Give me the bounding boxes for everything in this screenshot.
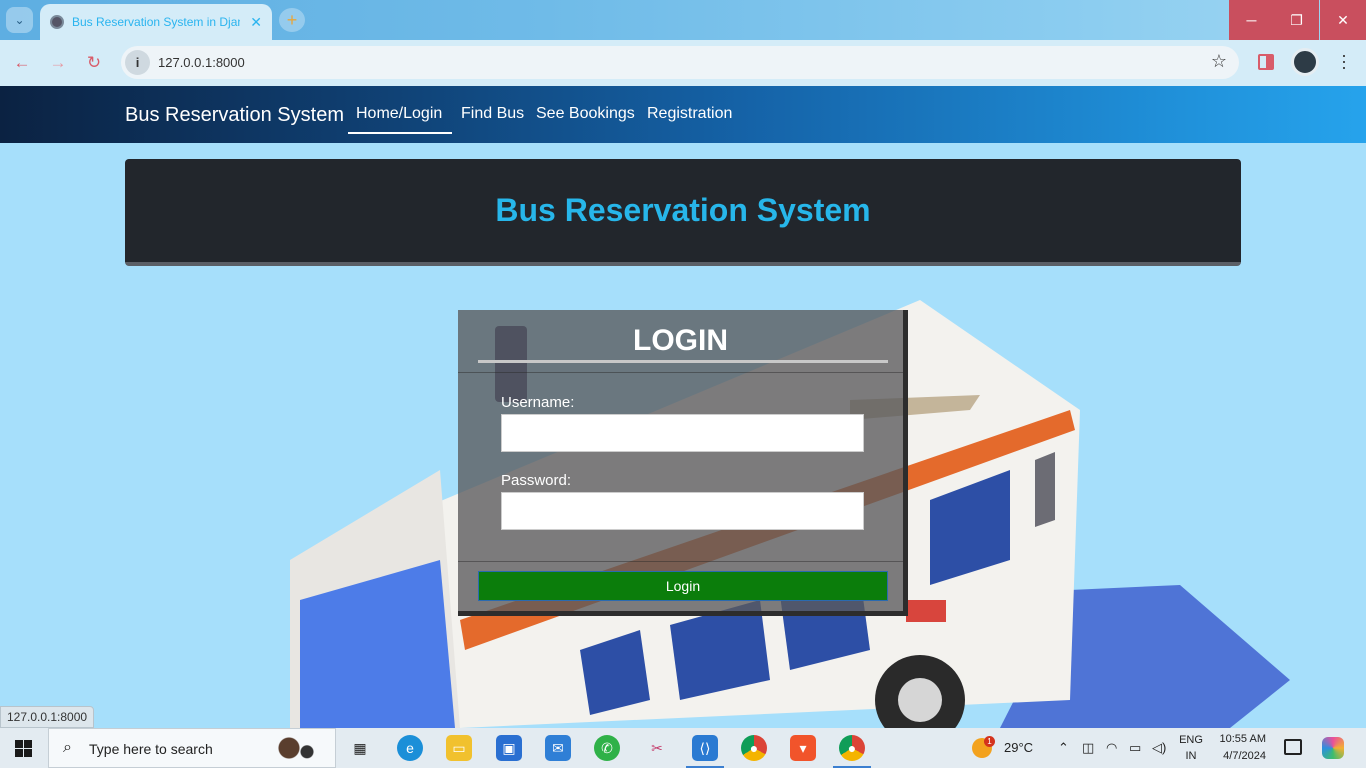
taskbar-search[interactable]: ⌕ Type here to search <box>48 728 336 768</box>
profile-avatar-icon[interactable] <box>1291 48 1319 76</box>
clock-time: 10:55 AM <box>1219 733 1266 745</box>
browser-toolbar: ← → ↻ i 127.0.0.1:8000 ☆ · · · <box>0 40 1366 86</box>
divider <box>458 561 903 562</box>
new-tab-button[interactable]: + <box>279 8 305 32</box>
navbar-brand[interactable]: Bus Reservation System <box>125 104 344 127</box>
chevron-down-icon: ⌄ <box>14 13 25 27</box>
hero-banner: Bus Reservation System <box>125 159 1241 266</box>
login-heading: LOGIN <box>633 324 728 357</box>
windows-start-icon[interactable] <box>15 740 32 757</box>
chevron-up-icon[interactable]: ⌃ <box>1058 740 1069 756</box>
whatsapp-icon[interactable]: ✆ <box>594 735 620 761</box>
side-panel-icon[interactable] <box>1258 54 1274 70</box>
clock-date: 4/7/2024 <box>1223 750 1266 762</box>
browser-titlebar: ⌄ Bus Reservation System in Djan ✕ + ─ ❐… <box>0 0 1366 40</box>
nav-link-find-bus[interactable]: Find Bus <box>461 105 524 123</box>
tab-search-button[interactable]: ⌄ <box>6 7 33 33</box>
address-bar[interactable]: i 127.0.0.1:8000 ☆ <box>121 46 1239 79</box>
active-nav-indicator <box>348 132 452 134</box>
arrow-left-icon: ← <box>13 53 31 72</box>
nav-link-registration[interactable]: Registration <box>647 105 732 123</box>
minimize-button[interactable]: ─ <box>1229 0 1274 40</box>
chrome-icon[interactable]: ● <box>741 735 767 761</box>
site-navbar: Bus Reservation System Home/Login Find B… <box>0 86 1366 143</box>
arrow-right-icon: → <box>49 53 67 72</box>
password-input[interactable] <box>501 492 864 530</box>
system-clock[interactable]: 10:55 AM 4/7/2024 <box>1214 731 1266 765</box>
close-icon: ✕ <box>1337 11 1349 28</box>
snipping-tool-icon[interactable]: ✂ <box>644 735 670 761</box>
windows-taskbar: ⌕ Type here to search ▦ e ▭ ▣ ✉ ✆ ✂ ⟨⟩ ●… <box>0 728 1366 768</box>
username-label: Username: <box>501 394 575 411</box>
nav-link-home-login[interactable]: Home/Login <box>356 105 442 123</box>
browser-tab[interactable]: Bus Reservation System in Djan ✕ <box>40 4 272 40</box>
language-indicator[interactable]: ENG IN <box>1179 732 1203 764</box>
divider <box>458 372 903 373</box>
brave-icon[interactable]: ▾ <box>790 735 816 761</box>
search-icon: ⌕ <box>63 739 72 756</box>
weather-alert-badge: 1 <box>984 736 995 747</box>
password-label: Password: <box>501 472 572 489</box>
mail-icon[interactable]: ✉ <box>545 735 571 761</box>
hero-title: Bus Reservation System <box>495 192 871 228</box>
restore-button[interactable]: ❐ <box>1274 0 1319 40</box>
url-text[interactable]: 127.0.0.1:8000 <box>158 55 245 70</box>
region-code: IN <box>1185 750 1197 762</box>
star-icon[interactable]: ☆ <box>1211 51 1227 72</box>
info-icon[interactable]: i <box>125 50 150 75</box>
tab-title: Bus Reservation System in Djan <box>72 15 240 29</box>
back-button[interactable]: ← <box>11 52 33 74</box>
restore-icon: ❐ <box>1290 11 1303 28</box>
close-tab-icon[interactable]: ✕ <box>250 14 262 31</box>
vscode-icon[interactable]: ⟨⟩ <box>686 735 724 768</box>
search-placeholder: Type here to search <box>89 741 213 757</box>
minimize-icon: ─ <box>1246 12 1257 28</box>
kebab-menu-icon[interactable]: · · · <box>1336 46 1352 76</box>
nav-link-see-bookings[interactable]: See Bookings <box>536 105 635 123</box>
copilot-icon[interactable] <box>1322 737 1344 759</box>
wifi-icon[interactable]: ◠ <box>1106 740 1117 756</box>
globe-icon <box>50 15 64 29</box>
volume-icon[interactable]: ◁) <box>1152 740 1166 756</box>
notification-icon[interactable] <box>1284 739 1302 755</box>
language-code: ENG <box>1179 734 1203 746</box>
microsoft-store-icon[interactable]: ▣ <box>496 735 522 761</box>
search-highlight-image <box>265 729 325 767</box>
login-button[interactable]: Login <box>478 571 888 601</box>
login-form: LOGIN Username: Password: Login <box>458 310 908 616</box>
close-window-button[interactable]: ✕ <box>1320 0 1366 40</box>
username-input[interactable] <box>501 414 864 452</box>
temperature[interactable]: 29°C <box>1004 740 1033 755</box>
reload-icon: ↻ <box>86 53 102 72</box>
forward-button[interactable]: → <box>47 52 69 74</box>
task-view-icon[interactable]: ▦ <box>347 735 373 761</box>
meet-now-icon[interactable]: ◫ <box>1082 740 1094 756</box>
status-bar-url: 127.0.0.1:8000 <box>0 706 95 728</box>
edge-icon[interactable]: e <box>397 735 423 761</box>
reload-button[interactable]: ↻ <box>83 52 105 74</box>
battery-icon[interactable]: ▭ <box>1129 740 1141 756</box>
plus-icon: + <box>286 9 298 30</box>
chrome-active-icon[interactable]: ● <box>833 735 871 768</box>
heading-underline <box>478 360 888 363</box>
file-explorer-icon[interactable]: ▭ <box>446 735 472 761</box>
